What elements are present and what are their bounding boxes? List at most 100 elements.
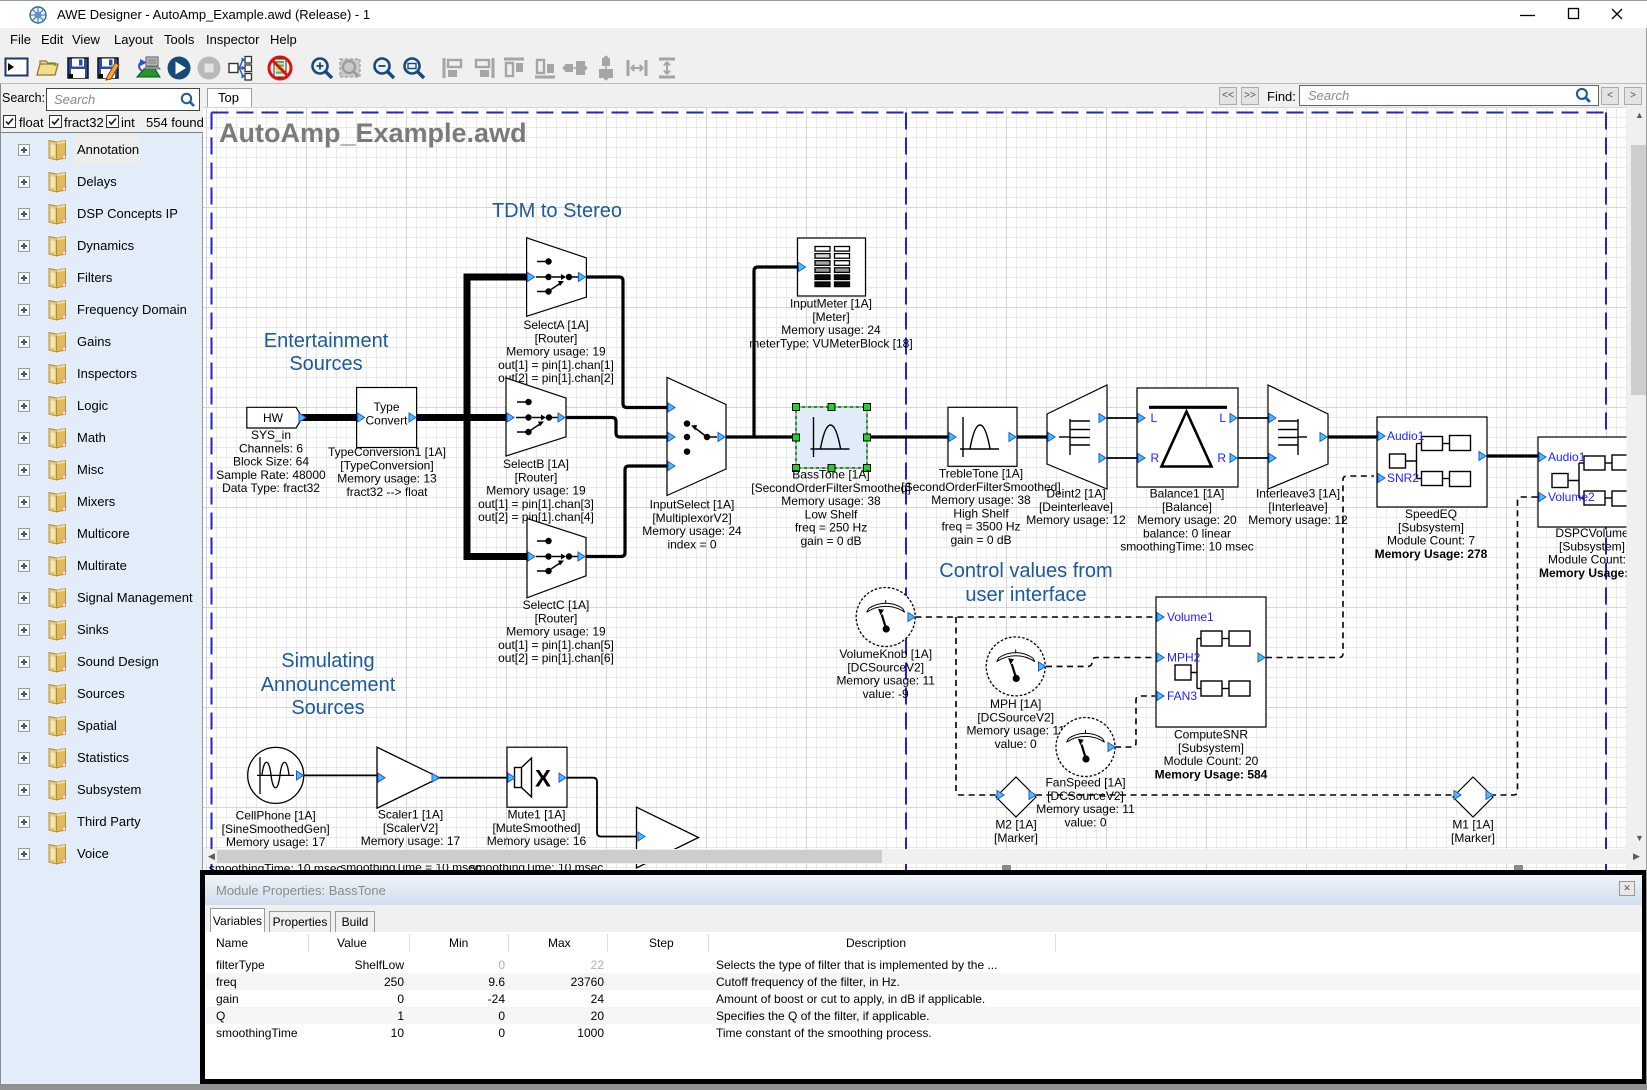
svg-text:Audio1: Audio1 xyxy=(1548,450,1586,464)
svg-text:DSPCVolume: DSPCVolume xyxy=(1555,526,1629,540)
svg-text:SelectC [1A]: SelectC [1A] xyxy=(523,598,590,612)
svg-text:gain = 0 dB: gain = 0 dB xyxy=(950,533,1011,547)
svg-text:MPH2: MPH2 xyxy=(1167,651,1201,665)
svg-text:Memory usage: 19: Memory usage: 19 xyxy=(486,484,586,498)
svg-text:[Subsystem]: [Subsystem] xyxy=(1559,539,1625,553)
svg-text:Block Size: 64: Block Size: 64 xyxy=(233,455,309,469)
svg-text:value: 0: value: 0 xyxy=(995,737,1037,751)
svg-text:index = 0: index = 0 xyxy=(667,537,716,551)
svg-text:Mute1 [1A]: Mute1 [1A] xyxy=(507,808,565,822)
svg-text:M2 [1A]: M2 [1A] xyxy=(995,818,1036,832)
svg-text:CellPhone [1A]: CellPhone [1A] xyxy=(236,809,316,823)
svg-text:L: L xyxy=(1151,411,1158,425)
svg-text:Type: Type xyxy=(373,400,399,414)
svg-text:R: R xyxy=(1151,451,1160,465)
svg-text:Memory usage: 16: Memory usage: 16 xyxy=(487,834,587,848)
svg-text:[Marker]: [Marker] xyxy=(994,831,1038,845)
svg-text:user interface: user interface xyxy=(965,584,1086,606)
svg-text:freq = 3500 Hz: freq = 3500 Hz xyxy=(941,520,1020,534)
svg-text:Control values from: Control values from xyxy=(939,560,1112,582)
svg-text:Sample Rate: 48000: Sample Rate: 48000 xyxy=(216,468,326,482)
svg-text:Memory usage: 12: Memory usage: 12 xyxy=(1248,513,1348,527)
svg-text:[SineSmoothedGen]: [SineSmoothedGen] xyxy=(222,822,330,836)
svg-text:Memory usage: 11: Memory usage: 11 xyxy=(966,724,1065,738)
svg-text:HW: HW xyxy=(263,411,284,425)
svg-text:Entertainment: Entertainment xyxy=(264,330,389,352)
svg-text:R: R xyxy=(1217,451,1226,465)
svg-text:gain = 0 dB: gain = 0 dB xyxy=(800,534,861,548)
svg-text:Memory usage: 11: Memory usage: 11 xyxy=(1036,802,1135,816)
svg-text:High Shelf: High Shelf xyxy=(953,506,1009,520)
svg-text:[TypeConversion]: [TypeConversion] xyxy=(340,458,433,472)
svg-text:value: -9: value: -9 xyxy=(863,687,909,701)
svg-text:balance: 0 linear: balance: 0 linear xyxy=(1143,526,1231,540)
svg-text:value: 0: value: 0 xyxy=(1064,815,1106,829)
svg-text:Memory usage: 11: Memory usage: 11 xyxy=(836,674,935,688)
svg-text:Memory usage: 24: Memory usage: 24 xyxy=(781,323,881,337)
svg-text:[Meter]: [Meter] xyxy=(812,310,849,324)
svg-text:Module Count: 7: Module Count: 7 xyxy=(1387,534,1475,548)
svg-text:[Subsystem]: [Subsystem] xyxy=(1398,520,1464,534)
svg-text:SelectA [1A]: SelectA [1A] xyxy=(523,318,588,332)
svg-text:[MuteSmoothed]: [MuteSmoothed] xyxy=(492,821,580,835)
svg-text:SNR2: SNR2 xyxy=(1387,471,1419,485)
svg-text:Volume2: Volume2 xyxy=(1548,490,1595,504)
svg-text:freq = 250 Hz: freq = 250 Hz xyxy=(795,521,867,535)
svg-text:Audio1: Audio1 xyxy=(1387,429,1425,443)
svg-text:Low Shelf: Low Shelf xyxy=(805,507,858,521)
svg-text:Memory usage: 38: Memory usage: 38 xyxy=(931,493,1031,507)
svg-text:InputMeter [1A]: InputMeter [1A] xyxy=(790,297,872,311)
svg-text:out[1] = pin[1].chan[1]: out[1] = pin[1].chan[1] xyxy=(498,358,614,372)
svg-text:Module Count: 5: Module Count: 5 xyxy=(1548,553,1636,567)
svg-text:Memory Usage: 278: Memory Usage: 278 xyxy=(1375,547,1488,561)
svg-text:SpeedEQ: SpeedEQ xyxy=(1405,507,1457,521)
svg-text:Memory usage: 17: Memory usage: 17 xyxy=(361,834,461,848)
svg-text:FAN3: FAN3 xyxy=(1167,689,1197,703)
svg-text:TDM to Stereo: TDM to Stereo xyxy=(492,200,622,222)
svg-text:M1 [1A]: M1 [1A] xyxy=(1452,818,1493,832)
svg-text:Volume1: Volume1 xyxy=(1167,610,1214,624)
svg-text:Memory usage: 17: Memory usage: 17 xyxy=(226,835,326,849)
svg-text:Sources: Sources xyxy=(291,697,364,719)
svg-text:meterType: VUMeterBlock [18]: meterType: VUMeterBlock [18] xyxy=(749,336,912,350)
svg-text:Channels: 6: Channels: 6 xyxy=(239,441,303,455)
svg-text:[SecondOrderFilterSmoothed]: [SecondOrderFilterSmoothed] xyxy=(901,480,1060,494)
svg-text:Simulating: Simulating xyxy=(281,650,374,672)
svg-text:[DCSourceV2]: [DCSourceV2] xyxy=(1047,789,1124,803)
svg-text:[MultiplexorV2]: [MultiplexorV2] xyxy=(652,511,731,525)
svg-text:Scaler1 [1A]: Scaler1 [1A] xyxy=(378,808,443,822)
svg-text:BassTone [1A]: BassTone [1A] xyxy=(792,468,869,482)
svg-text:[Router]: [Router] xyxy=(515,470,558,484)
svg-text:[Balance]: [Balance] xyxy=(1162,500,1212,514)
svg-text:InputSelect [1A]: InputSelect [1A] xyxy=(650,498,735,512)
svg-text:Memory usage: 20: Memory usage: 20 xyxy=(1137,513,1237,527)
svg-text:Memory usage: 19: Memory usage: 19 xyxy=(506,345,606,359)
svg-text:[Interleave]: [Interleave] xyxy=(1268,500,1327,514)
svg-text:Convert: Convert xyxy=(365,414,408,428)
svg-text:Memory Usage: 584: Memory Usage: 584 xyxy=(1155,767,1268,781)
svg-text:[SecondOrderFilterSmoothed]: [SecondOrderFilterSmoothed] xyxy=(751,481,910,495)
svg-text:Memory usage: 38: Memory usage: 38 xyxy=(781,494,881,508)
svg-text:SelectB [1A]: SelectB [1A] xyxy=(503,457,569,471)
svg-text:[Router]: [Router] xyxy=(535,611,578,625)
svg-text:[Deinterleave]: [Deinterleave] xyxy=(1039,500,1113,514)
svg-text:fract32 --> float: fract32 --> float xyxy=(346,485,428,499)
svg-text:[Router]: [Router] xyxy=(535,331,578,345)
svg-text:Data Type: fract32: Data Type: fract32 xyxy=(222,481,320,495)
svg-text:out[2] = pin[1].chan[6]: out[2] = pin[1].chan[6] xyxy=(498,651,614,665)
svg-text:ComputeSNR: ComputeSNR xyxy=(1174,728,1248,742)
svg-text:Sources: Sources xyxy=(289,353,362,375)
svg-text:[Subsystem]: [Subsystem] xyxy=(1178,741,1244,755)
svg-text:FanSpeed [1A]: FanSpeed [1A] xyxy=(1045,776,1125,790)
svg-text:L: L xyxy=(1219,411,1226,425)
svg-text:Announcement: Announcement xyxy=(261,674,396,696)
svg-text:X: X xyxy=(535,766,551,793)
svg-text:[DCSourceV2]: [DCSourceV2] xyxy=(847,660,924,674)
svg-text:smoothingTime: 10 msec: smoothingTime: 10 msec xyxy=(1120,540,1254,554)
svg-text:SYS_in: SYS_in xyxy=(251,428,291,442)
svg-text:VolumeKnob [1A]: VolumeKnob [1A] xyxy=(839,647,932,661)
svg-text:Memory usage: 19: Memory usage: 19 xyxy=(506,625,606,639)
svg-text:AutoAmp_Example.awd: AutoAmp_Example.awd xyxy=(219,118,527,148)
svg-text:Memory usage: 24: Memory usage: 24 xyxy=(642,524,742,538)
svg-text:MPH [1A]: MPH [1A] xyxy=(990,697,1041,711)
